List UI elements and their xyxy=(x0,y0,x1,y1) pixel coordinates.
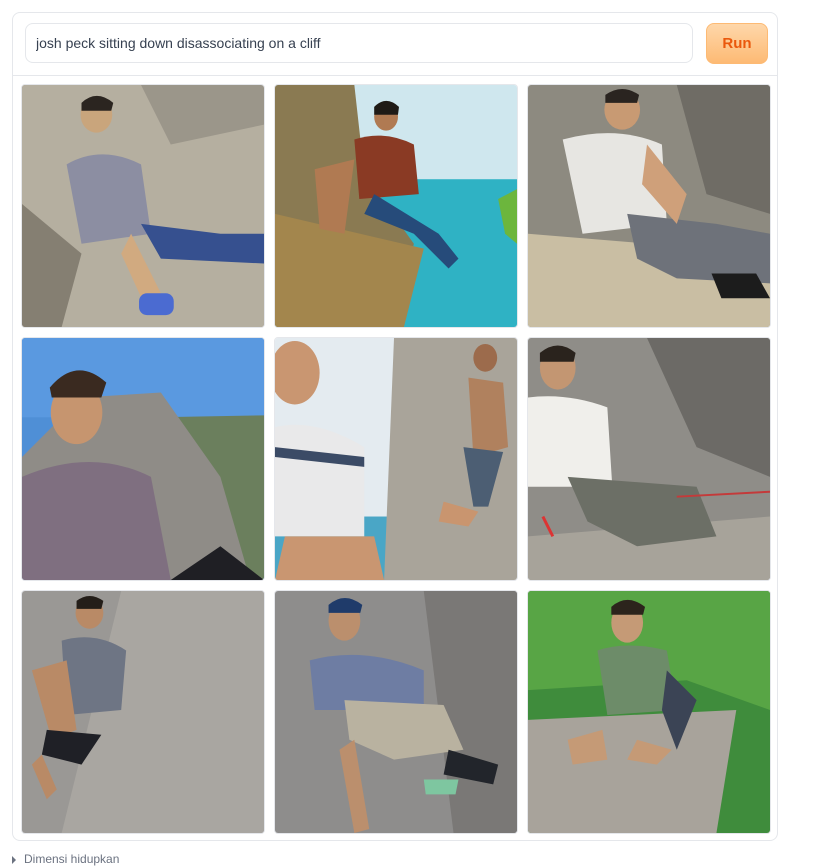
chevron-right-icon xyxy=(12,855,16,864)
generated-image-7[interactable] xyxy=(21,590,265,834)
generated-image-8[interactable] xyxy=(274,590,518,834)
generated-image-3[interactable] xyxy=(527,84,771,328)
generated-image-6[interactable] xyxy=(527,337,771,581)
generated-image-4[interactable] xyxy=(21,337,265,581)
generated-image-1[interactable] xyxy=(21,84,265,328)
generated-image-5[interactable] xyxy=(274,337,518,581)
generated-image-2[interactable] xyxy=(274,84,518,328)
prompt-input[interactable] xyxy=(25,23,693,63)
prompt-row: Run xyxy=(13,13,777,76)
run-button[interactable]: Run xyxy=(706,23,768,64)
generator-panel: Run xyxy=(12,12,778,841)
generated-image-9[interactable] xyxy=(527,590,771,834)
dimension-toggle[interactable]: Dimensi hidupkan xyxy=(12,852,119,866)
image-grid xyxy=(21,84,772,834)
footer-label: Dimensi hidupkan xyxy=(24,852,120,866)
